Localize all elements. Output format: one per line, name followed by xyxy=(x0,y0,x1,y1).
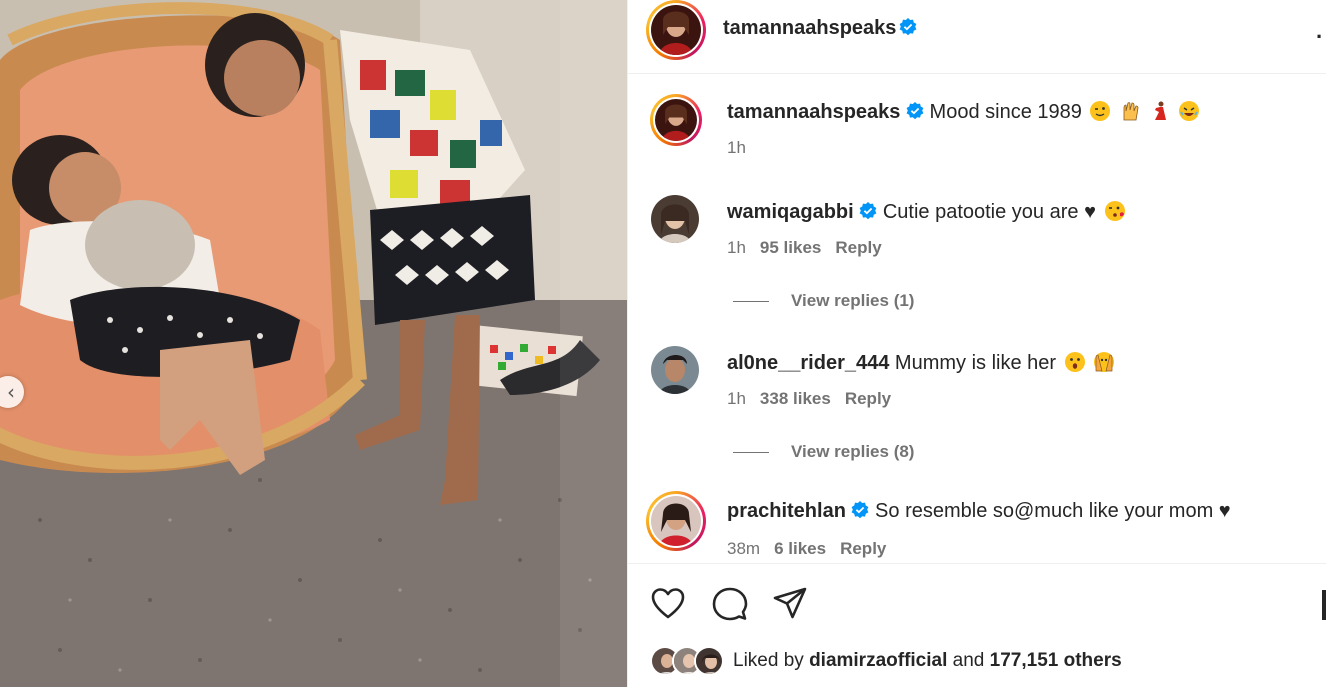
likes-text: Liked by diamirzaofficial and 177,151 ot… xyxy=(733,650,1122,672)
like-heart-icon[interactable] xyxy=(650,586,686,622)
share-send-icon[interactable] xyxy=(772,586,808,622)
replies-divider-line xyxy=(733,452,769,454)
caption-body: Mood since 1989 xyxy=(929,101,1082,123)
comment-time[interactable]: 1h xyxy=(727,389,746,408)
comment-bubble-icon[interactable] xyxy=(712,586,748,622)
comment-likes[interactable]: 6 likes xyxy=(774,539,826,558)
comment-likes[interactable]: 95 likes xyxy=(760,238,821,257)
caption-avatar-image xyxy=(655,99,697,141)
face-holding-hands-icon xyxy=(1094,352,1115,372)
commenter-avatar[interactable] xyxy=(646,491,706,551)
liker-avatar xyxy=(694,646,724,676)
comment-username[interactable]: wamiqagabbi xyxy=(727,201,854,223)
comment-text: wamiqagabbi Cutie patootie you are ♥ xyxy=(727,200,1126,224)
reply-button[interactable]: Reply xyxy=(840,539,886,558)
commenter-avatar-image xyxy=(651,496,701,546)
comment-time[interactable]: 38m xyxy=(727,539,760,558)
reply-button[interactable]: Reply xyxy=(845,389,891,408)
commenter-avatar[interactable] xyxy=(651,346,699,394)
caption-meta: 1h xyxy=(727,138,746,158)
comment-likes[interactable]: 338 likes xyxy=(760,389,831,408)
comment-username[interactable]: prachitehlan xyxy=(727,500,846,522)
replies-divider-line xyxy=(733,301,769,303)
view-replies-label: View replies (1) xyxy=(791,291,915,310)
comment-text: prachitehlan So resemble so@much like yo… xyxy=(727,500,1231,523)
view-replies-button[interactable]: View replies (8) xyxy=(733,442,914,462)
comment-body: Mummy is like her xyxy=(894,352,1057,374)
author-avatar-image xyxy=(651,5,701,55)
caption-username[interactable]: tamannaahspeaks xyxy=(727,101,900,123)
header-username[interactable]: tamannaahspeaks xyxy=(723,17,896,40)
comment-time[interactable]: 1h xyxy=(727,238,746,257)
comment-body: Cutie patootie you are ♥ xyxy=(882,201,1096,223)
winking-face-icon xyxy=(1090,101,1111,121)
commenter-avatar[interactable] xyxy=(651,195,699,243)
post-photo: ‹ xyxy=(0,0,627,687)
caption-text: tamannaahspeaks Mood since 1989 xyxy=(727,100,1200,124)
likes-count[interactable]: 177,151 others xyxy=(990,650,1122,671)
caption-time[interactable]: 1h xyxy=(727,138,746,157)
view-replies-button[interactable]: View replies (1) xyxy=(733,291,914,311)
liked-by-user[interactable]: diamirzaofficial xyxy=(809,650,947,671)
view-replies-label: View replies (8) xyxy=(791,442,915,461)
commenter-avatar-image xyxy=(651,195,699,243)
caption-avatar[interactable] xyxy=(650,94,702,146)
rofl-face-icon xyxy=(1179,101,1200,121)
more-options-icon[interactable]: · xyxy=(1316,24,1323,50)
commenter-avatar-image xyxy=(651,346,699,394)
verified-badge-icon xyxy=(899,18,917,39)
verified-badge-icon xyxy=(852,501,869,519)
comment-meta: 1h 338 likes Reply xyxy=(727,389,891,409)
comment-meta: 1h 95 likes Reply xyxy=(727,238,882,258)
post-header: tamannaahspeaks · xyxy=(628,0,1326,74)
comment-body: So resemble so@much like your mom ♥ xyxy=(875,500,1231,522)
comments-list[interactable]: tamannaahspeaks Mood since 1989 1h wamiq… xyxy=(628,75,1326,563)
photo-illustration xyxy=(0,0,627,687)
save-bookmark-icon[interactable] xyxy=(1322,590,1326,620)
verified-badge-icon xyxy=(859,202,877,220)
author-avatar[interactable] xyxy=(646,0,706,60)
chevron-left-icon: ‹ xyxy=(7,380,15,404)
reply-button[interactable]: Reply xyxy=(835,238,881,257)
comment-meta: 38m 6 likes Reply xyxy=(727,539,886,559)
kissing-wink-face-icon xyxy=(1104,201,1125,221)
post-details-panel: tamannaahspeaks · tamannaahspeaks Mood s… xyxy=(627,0,1326,687)
verified-badge-icon xyxy=(906,102,924,120)
surprised-face-icon xyxy=(1064,352,1085,372)
liked-by-middle: and xyxy=(952,650,985,671)
dancer-icon xyxy=(1154,101,1166,120)
raised-hands-icon xyxy=(1123,102,1139,121)
liked-by-prefix: Liked by xyxy=(733,650,804,671)
comment-text: al0ne__rider_444 Mummy is like her xyxy=(727,351,1115,375)
comment-username[interactable]: al0ne__rider_444 xyxy=(727,352,889,374)
post-actions-bar: Liked by diamirzaofficial and 177,151 ot… xyxy=(628,563,1326,687)
